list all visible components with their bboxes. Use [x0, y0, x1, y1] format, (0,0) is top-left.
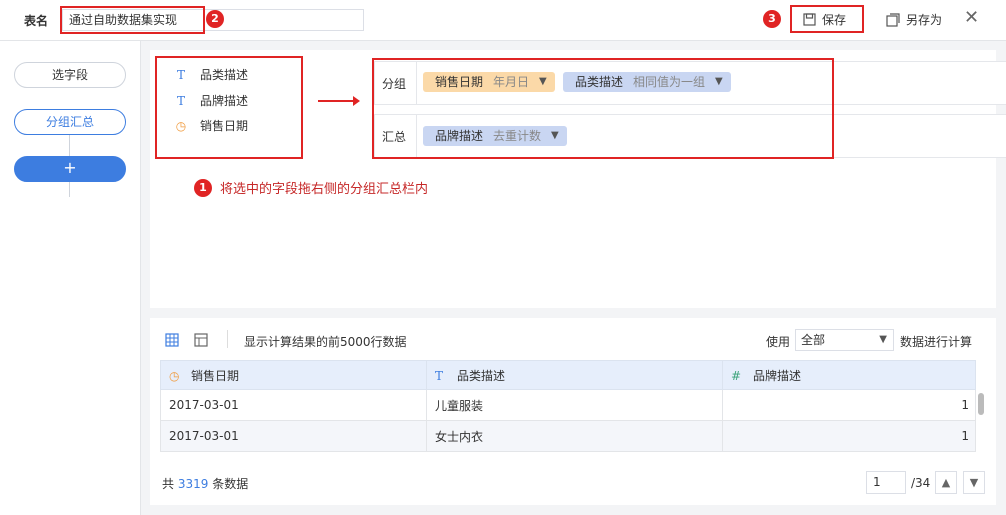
page-total: /34 [911, 476, 931, 490]
top-bar: 表名 通过自助数据集实现 2 3 保存 另存为 ✕ [0, 0, 1006, 41]
number-type-icon: # [731, 368, 742, 383]
chevron-down-icon: ▼ [879, 334, 887, 345]
annotation-arrow [318, 96, 360, 106]
use-label: 使用 [766, 335, 791, 349]
field-label: 品类描述 [200, 68, 249, 82]
step-select-fields[interactable]: 选字段 [14, 62, 126, 88]
table-row: 2017-03-01 女士内衣 1 [160, 420, 976, 452]
row-count: 共 3319 条数据 [162, 475, 248, 492]
save-as-label: 另存为 [906, 13, 943, 27]
save-as-icon [886, 12, 900, 27]
row-count-value: 3319 [177, 477, 209, 491]
chevron-up-icon: ▲ [941, 476, 951, 489]
annotation-badge-1: 1 [194, 178, 212, 197]
step-sidebar: 选字段 分组汇总 + [0, 41, 141, 515]
prev-page-button[interactable]: ▲ [935, 471, 957, 494]
save-as-button[interactable]: 另存为 [886, 11, 942, 28]
table-cell: 1 [722, 420, 976, 452]
table-view-icon[interactable] [165, 333, 179, 347]
row-count-suffix: 条数据 [212, 477, 249, 491]
table-row: 2017-03-01 儿童服装 1 [160, 389, 976, 421]
field-item[interactable]: T 品类描述 [174, 66, 248, 83]
field-item[interactable]: ◷ 销售日期 [174, 117, 248, 134]
annotation-badge-2: 2 [206, 10, 224, 28]
clock-icon: ◷ [169, 368, 180, 383]
annotation-box-group-summary [372, 58, 834, 159]
preview-notice: 显示计算结果的前5000行数据 [244, 335, 407, 349]
page-number-input[interactable]: 1 [866, 471, 906, 494]
data-range-value: 全部 [801, 333, 826, 347]
date-type-icon: ◷ [175, 118, 187, 133]
step-group-summary[interactable]: 分组汇总 [14, 109, 126, 135]
data-range-select[interactable]: 全部 ▼ [795, 329, 894, 351]
table-cell: 1 [722, 389, 976, 421]
use-tail-label: 数据进行计算 [900, 335, 973, 349]
add-step-button[interactable]: + [14, 156, 126, 182]
close-icon[interactable]: ✕ [964, 8, 979, 28]
table-cell: 2017-03-01 [160, 389, 427, 421]
annotation-badge-3: 3 [763, 10, 781, 28]
column-header-label: 品牌描述 [753, 368, 802, 383]
annotation-tip-text: 将选中的字段拖右侧的分组汇总栏内 [220, 182, 429, 197]
column-header-label: 销售日期 [191, 368, 240, 383]
annotation-box-save [790, 5, 864, 33]
annotation-box-table-name [60, 6, 205, 34]
table-name-label: 表名 [24, 14, 49, 28]
table-cell: 2017-03-01 [160, 420, 427, 452]
text-type-icon: T [176, 67, 185, 82]
field-label: 品牌描述 [200, 94, 249, 108]
column-header[interactable]: # 品牌描述 [722, 360, 976, 390]
field-item[interactable]: T 品牌描述 [174, 92, 248, 109]
column-header[interactable]: T 品类描述 [426, 360, 723, 390]
field-label: 销售日期 [200, 119, 249, 133]
preview-table: ◷ 销售日期 T 品类描述 # 品牌描述 2017-03-01 儿童服装 1 2017… [160, 360, 976, 452]
row-count-prefix: 共 [162, 477, 175, 491]
detail-view-icon[interactable] [194, 333, 208, 347]
text-type-icon: T [435, 368, 444, 383]
text-type-icon: T [176, 93, 185, 108]
toolbar-divider [227, 330, 228, 348]
annotation-tip: 1 将选中的字段拖右侧的分组汇总栏内 [194, 178, 428, 197]
next-page-button[interactable]: ▼ [963, 471, 985, 494]
column-header-label: 品类描述 [457, 368, 506, 383]
table-cell: 女士内衣 [426, 420, 723, 452]
table-header-row: ◷ 销售日期 T 品类描述 # 品牌描述 [160, 360, 976, 390]
column-header[interactable]: ◷ 销售日期 [160, 360, 427, 390]
table-scrollbar[interactable] [978, 393, 984, 415]
chevron-down-icon: ▼ [969, 476, 979, 489]
table-cell: 儿童服装 [426, 389, 723, 421]
